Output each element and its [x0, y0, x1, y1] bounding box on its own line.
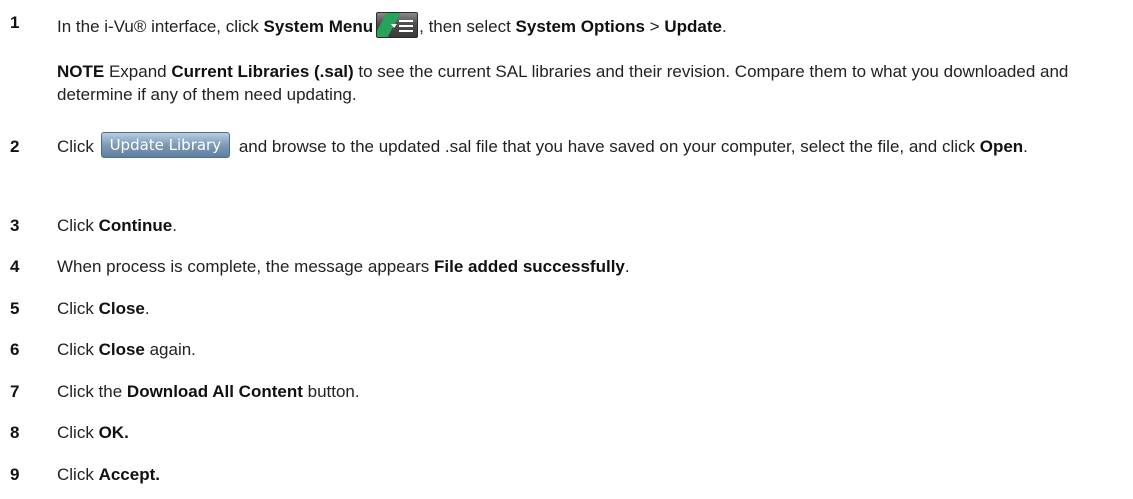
step-number: 5: [10, 299, 20, 318]
current-libraries-label: Current Libraries (.sal): [171, 62, 354, 81]
note-block: NOTE Expand Current Libraries (.sal) to …: [57, 62, 1069, 104]
step-number: 1: [10, 13, 20, 32]
step-text: Click OK.: [57, 423, 129, 442]
close-label: Close: [98, 299, 145, 318]
step-number: 9: [10, 465, 20, 484]
system-options-label: System Options: [515, 17, 645, 36]
step-number: 8: [10, 423, 20, 442]
close-label: Close: [98, 340, 145, 359]
system-menu-icon: [376, 12, 419, 38]
download-all-content-label: Download All Content: [126, 382, 303, 401]
open-label: Open: [979, 137, 1024, 156]
step-text: Click Update Library and browse to the u…: [57, 132, 1127, 159]
system-menu-label: System Menu: [263, 17, 374, 36]
accept-label: Accept.: [98, 465, 160, 484]
step-text: Click Accept.: [57, 465, 160, 484]
ok-label: OK.: [98, 423, 129, 442]
continue-label: Continue: [98, 216, 173, 235]
step-number: 7: [10, 382, 20, 401]
step-text: In the i-Vu® interface, click System Men…: [57, 12, 727, 38]
step-number: 3: [10, 216, 20, 235]
step-number: 2: [10, 137, 20, 156]
step-text: Click Close.: [57, 299, 150, 318]
step-number: 6: [10, 340, 20, 359]
step-text: Click Continue.: [57, 216, 177, 235]
step-text: Click Close again.: [57, 340, 196, 359]
note-label: NOTE: [57, 62, 105, 81]
step-text: Click the Download All Content button.: [57, 382, 360, 401]
update-library-button[interactable]: Update Library: [100, 132, 231, 158]
step-number: 4: [10, 257, 20, 276]
file-added-message-label: File added successfully: [434, 257, 625, 276]
update-label: Update: [664, 17, 722, 36]
step-text: When process is complete, the message ap…: [57, 257, 630, 276]
